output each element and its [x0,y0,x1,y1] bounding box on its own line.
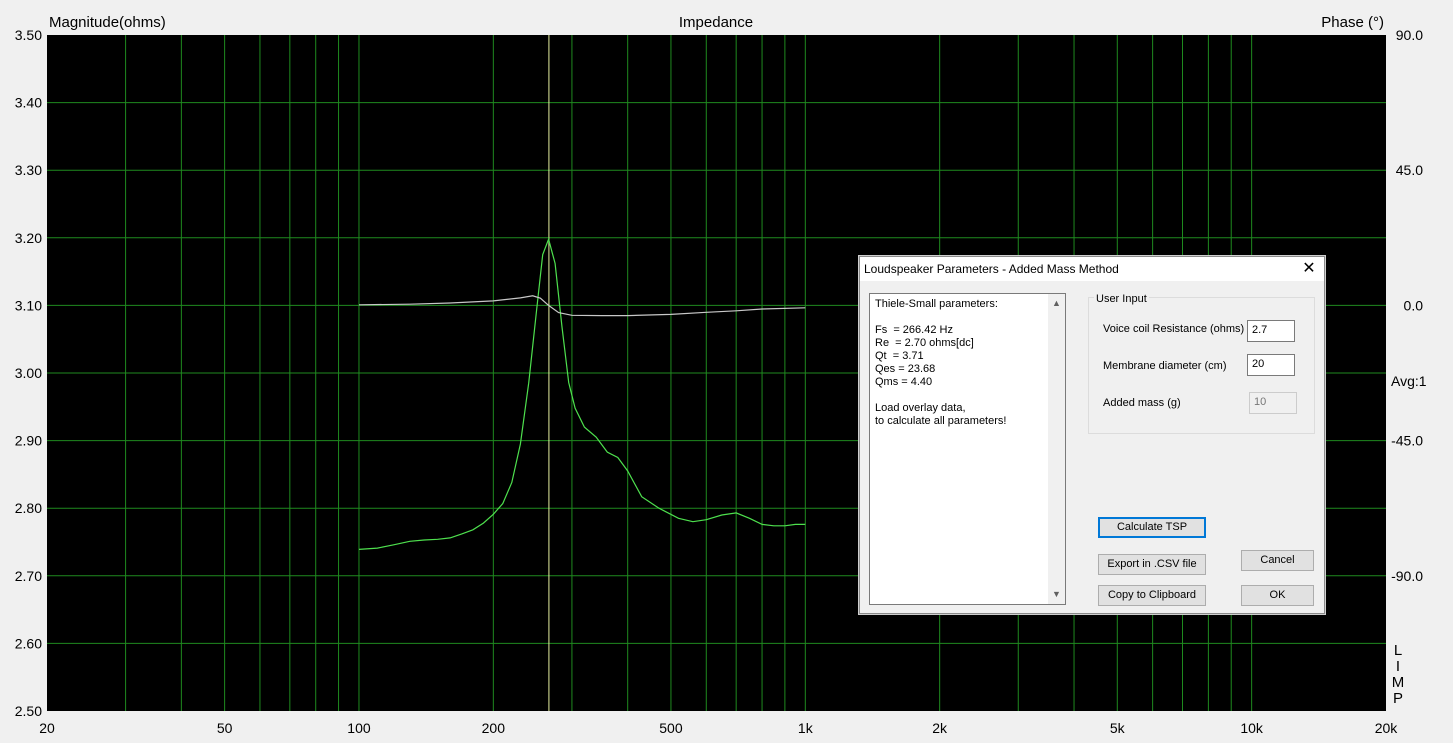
y-tick-label-left: 3.50 [15,27,42,43]
x-tick-label: 500 [659,720,683,736]
loudspeaker-parameters-dialog: Loudspeaker Parameters - Added Mass Meth… [859,256,1325,614]
limp-letter: I [1396,658,1400,675]
right-axis-label: Phase (°) [1321,14,1384,31]
scroll-up-icon[interactable]: ▲ [1048,297,1065,310]
close-icon[interactable]: ✕ [1294,257,1324,281]
membrane-diameter-field[interactable]: 20 [1247,354,1295,376]
x-tick-label: 100 [347,720,371,736]
scroll-down-icon[interactable]: ▼ [1048,588,1065,601]
ts-scrollbar[interactable]: ▲ ▼ [1048,294,1065,604]
avg-label: Avg:1 [1391,373,1427,389]
dialog-titlebar[interactable]: Loudspeaker Parameters - Added Mass Meth… [860,257,1324,281]
membrane-diameter-label: Membrane diameter (cm) [1103,360,1227,372]
x-tick-label: 200 [482,720,506,736]
y-tick-label-left: 2.70 [15,568,42,584]
added-mass-field: 10 [1249,392,1297,414]
x-tick-label: 1k [798,720,814,736]
voice-coil-label: Voice coil Resistance (ohms) [1103,323,1245,335]
y-tick-label-left: 2.60 [15,635,42,651]
x-tick-label: 5k [1110,720,1126,736]
y-tick-label-right: -45.0 [1391,433,1423,449]
chart-title: Impedance [679,14,753,31]
limp-letter: P [1393,690,1403,707]
voice-coil-field[interactable]: 2.7 [1247,320,1295,342]
user-input-legend: User Input [1094,293,1149,305]
x-tick-label: 20 [39,720,55,736]
y-tick-label-left: 3.40 [15,95,42,111]
y-tick-label-right: 90.0 [1396,27,1423,43]
copy-clipboard-button[interactable]: Copy to Clipboard [1098,585,1206,606]
export-csv-button[interactable]: Export in .CSV file [1098,554,1206,575]
limp-letter: M [1392,674,1405,691]
y-tick-label-left: 3.30 [15,162,42,178]
y-tick-label-left: 2.80 [15,500,42,516]
ts-parameters-textbox[interactable]: Thiele-Small parameters: Fs = 266.42 Hz … [869,293,1066,605]
y-tick-label-left: 3.20 [15,230,42,246]
x-tick-label: 2k [932,720,948,736]
x-tick-label: 50 [217,720,233,736]
calculate-tsp-button[interactable]: Calculate TSP [1098,517,1206,538]
y-tick-label-left: 3.10 [15,297,42,313]
y-tick-label-right: 0.0 [1404,297,1424,313]
y-tick-label-left: 2.50 [15,703,42,719]
x-tick-label: 20k [1375,720,1399,736]
y-tick-label-left: 2.90 [15,433,42,449]
y-tick-label-right: -90.0 [1391,568,1423,584]
dialog-title: Loudspeaker Parameters - Added Mass Meth… [864,262,1119,276]
limp-letter: L [1394,642,1402,659]
x-tick-label: 10k [1240,720,1264,736]
y-tick-label-left: 3.00 [15,365,42,381]
y-tick-label-right: 45.0 [1396,162,1423,178]
ok-button[interactable]: OK [1241,585,1314,606]
added-mass-label: Added mass (g) [1103,397,1181,409]
cancel-button[interactable]: Cancel [1241,550,1314,571]
left-axis-label: Magnitude(ohms) [49,14,166,31]
ts-parameters-text: Thiele-Small parameters: Fs = 266.42 Hz … [875,298,1007,427]
